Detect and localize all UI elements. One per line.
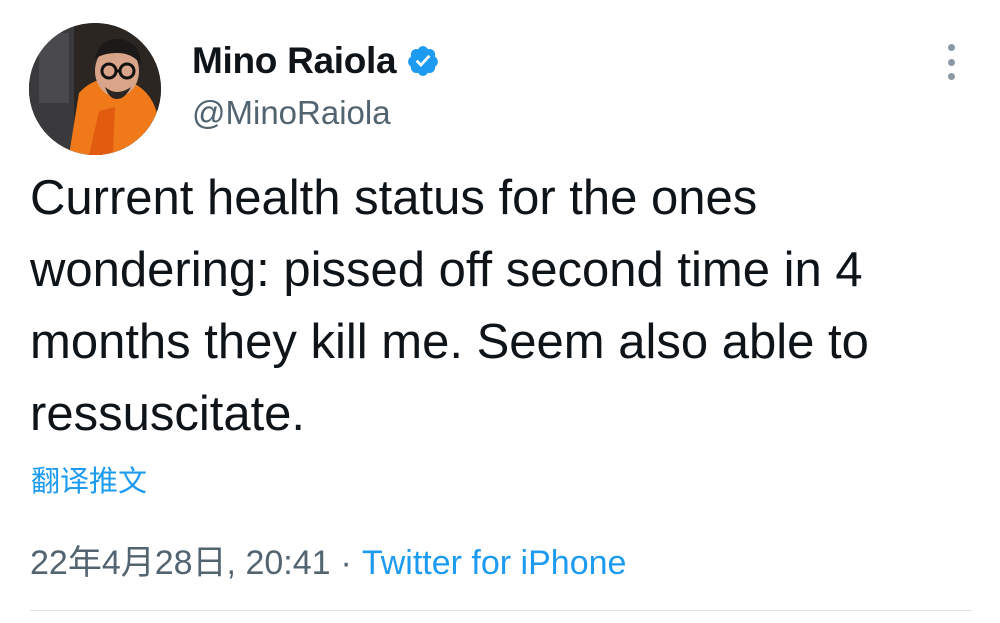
tweet-text: Current health status for the ones wonde… [30, 171, 869, 441]
divider [30, 610, 972, 611]
avatar[interactable] [29, 23, 161, 155]
separator: · [340, 544, 352, 582]
more-dot [947, 44, 955, 51]
more-dot [947, 73, 955, 80]
display-name[interactable]: Mino Raiola [192, 40, 397, 82]
more-options-icon[interactable] [938, 44, 964, 80]
verified-badge-icon [408, 46, 439, 76]
tweet-card: Mino Raiola @MinoRaiola Current health s… [0, 0, 1000, 623]
timestamp[interactable]: 22年4月28日, 20:41 [30, 544, 331, 582]
author-block: Mino Raiola @MinoRaiola [192, 38, 440, 132]
tweet-meta: 22年4月28日, 20:41 · Twitter for iPhone [30, 535, 626, 584]
translate-tweet-link[interactable]: 翻译推文 [31, 458, 147, 500]
name-row: Mino Raiola [192, 38, 440, 84]
more-dot [947, 58, 955, 66]
handle[interactable]: @MinoRaiola [192, 94, 440, 132]
source-link[interactable]: Twitter for iPhone [362, 544, 627, 582]
